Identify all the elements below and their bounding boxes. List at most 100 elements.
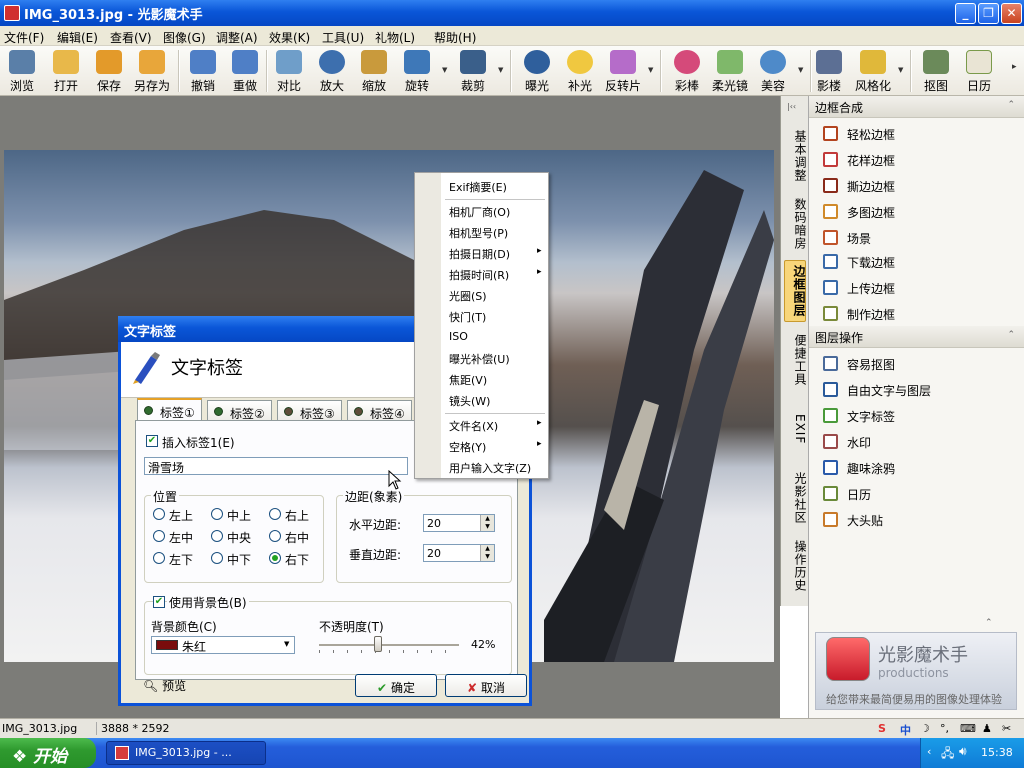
tab-history[interactable]: 操作历史 bbox=[784, 536, 807, 596]
menu-item-filename[interactable]: 文件名(X) bbox=[449, 418, 542, 434]
panel-item-download-border[interactable]: 下载边框 bbox=[821, 250, 1017, 272]
panel-item-watermark[interactable]: 水印 bbox=[821, 430, 1017, 452]
maximize-button[interactable]: ❐ bbox=[978, 3, 999, 24]
opacity-slider-track[interactable] bbox=[319, 644, 459, 646]
undo-button[interactable]: 撤销 bbox=[182, 48, 224, 94]
save-button[interactable]: 保存 bbox=[88, 48, 130, 94]
tab-label-4[interactable]: 标签④ bbox=[347, 400, 412, 422]
menu-help[interactable]: 帮助(H) bbox=[434, 29, 476, 46]
label-text-input[interactable]: 滑雪场 bbox=[144, 457, 408, 475]
position-top-center-radio[interactable] bbox=[211, 508, 223, 520]
save-as-button[interactable]: 另存为 bbox=[131, 48, 173, 94]
use-bg-checkbox[interactable]: ✔ bbox=[153, 596, 165, 608]
open-button[interactable]: 打开 bbox=[45, 48, 87, 94]
menu-item-camera-maker[interactable]: 相机厂商(O) bbox=[449, 204, 510, 220]
beauty-button[interactable]: 美容 bbox=[752, 48, 794, 94]
menu-item-space[interactable]: 空格(Y) bbox=[449, 439, 542, 455]
tab-digital-darkroom[interactable]: 数码暗房 bbox=[784, 194, 807, 254]
ok-button[interactable]: ✔ 确定 bbox=[355, 674, 437, 697]
panel-item-scene[interactable]: 场景 bbox=[821, 226, 1017, 248]
close-button[interactable]: ✕ bbox=[1001, 3, 1022, 24]
menu-adjust[interactable]: 调整(A) bbox=[216, 29, 258, 46]
zoom-in-button[interactable]: 放大 bbox=[311, 48, 353, 94]
soft-focus-button[interactable]: 柔光镜 bbox=[709, 48, 751, 94]
tab-label-1[interactable]: 标签① bbox=[137, 398, 202, 422]
spinner-arrows-icon[interactable]: ▲ ▼ bbox=[480, 515, 494, 531]
stylize-dropdown-icon[interactable]: ▼ bbox=[898, 66, 903, 74]
taskbar-item-app[interactable]: IMG_3013.jpg - ... bbox=[106, 741, 266, 765]
toolbar-overflow-icon[interactable]: ▸ bbox=[1012, 62, 1017, 72]
tab-community[interactable]: 光影社区 bbox=[784, 468, 807, 528]
menu-item-exposure-comp[interactable]: 曝光补偿(U) bbox=[449, 351, 510, 367]
position-bottom-center-radio[interactable] bbox=[211, 552, 223, 564]
compare-button[interactable]: 对比 bbox=[268, 48, 310, 94]
clock[interactable]: 15:38 bbox=[981, 746, 1013, 759]
section-border-compose[interactable]: 边框合成 ⌃ bbox=[809, 96, 1024, 118]
panel-item-easy-cutout[interactable]: 容易抠图 bbox=[821, 352, 1017, 374]
menu-effects[interactable]: 效果(K) bbox=[269, 29, 310, 46]
redo-button[interactable]: 重做 bbox=[224, 48, 266, 94]
menu-item-time-taken[interactable]: 拍摄时间(R) bbox=[449, 267, 542, 283]
tab-exif[interactable]: EXIF bbox=[784, 398, 807, 460]
volume-icon[interactable]: 🔊︎ bbox=[959, 744, 967, 759]
ime-logo-icon[interactable]: S bbox=[878, 722, 886, 735]
menu-gifts[interactable]: 礼物(L) bbox=[375, 29, 415, 46]
promo-banner[interactable]: 光影魔术手 productions 给您带来最简便易用的图像处理体验 bbox=[815, 632, 1017, 710]
reversal-film-button[interactable]: 反转片 bbox=[602, 48, 644, 94]
collapse-icon[interactable]: ⌃ bbox=[1007, 330, 1015, 340]
network-icon[interactable]: 🖧︎ bbox=[941, 744, 954, 765]
rotate-button[interactable]: 旋转 bbox=[396, 48, 438, 94]
panel-item-pattern-border[interactable]: 花样边框 bbox=[821, 148, 1017, 170]
color-stick-button[interactable]: 彩棒 bbox=[666, 48, 708, 94]
position-top-right-radio[interactable] bbox=[269, 508, 281, 520]
minimize-button[interactable]: _ bbox=[955, 3, 976, 24]
browse-button[interactable]: 浏览 bbox=[1, 48, 43, 94]
menu-image[interactable]: 图像(G) bbox=[163, 29, 206, 46]
cancel-button[interactable]: ✘ 取消 bbox=[445, 674, 527, 697]
menu-item-lens[interactable]: 镜头(W) bbox=[449, 393, 490, 409]
collapse-panel-icon[interactable]: |‹‹ bbox=[787, 102, 796, 111]
menu-view[interactable]: 查看(V) bbox=[110, 29, 152, 46]
studio-button[interactable]: 影楼 bbox=[808, 48, 850, 94]
fill-light-button[interactable]: 补光 bbox=[559, 48, 601, 94]
rotate-dropdown-icon[interactable]: ▼ bbox=[442, 66, 447, 74]
collapse-icon[interactable]: ⌃ bbox=[985, 618, 993, 628]
bg-color-select[interactable]: 朱红 ▼ bbox=[151, 636, 295, 654]
menu-item-iso[interactable]: ISO bbox=[449, 330, 468, 343]
panel-item-torn-border[interactable]: 撕边边框 bbox=[821, 174, 1017, 196]
insert-label-checkbox[interactable]: ✔ bbox=[146, 435, 158, 447]
menu-item-shutter[interactable]: 快门(T) bbox=[449, 309, 486, 325]
effects-dropdown-icon[interactable]: ▼ bbox=[648, 66, 653, 74]
ime-chinese-icon[interactable]: 中 bbox=[900, 722, 911, 738]
opacity-slider-thumb[interactable] bbox=[373, 636, 382, 652]
cutout-button[interactable]: 抠图 bbox=[915, 48, 957, 94]
h-margin-input[interactable]: 20 ▲ ▼ bbox=[423, 514, 495, 532]
position-bottom-right-radio[interactable] bbox=[269, 552, 281, 564]
panel-item-easy-border[interactable]: 轻松边框 bbox=[821, 122, 1017, 144]
calendar-button[interactable]: 日历 bbox=[958, 48, 1000, 94]
menu-item-camera-model[interactable]: 相机型号(P) bbox=[449, 225, 508, 241]
panel-item-free-text[interactable]: 自由文字与图层 bbox=[821, 378, 1017, 400]
tools-icon[interactable]: ✂ bbox=[1002, 722, 1011, 735]
resize-button[interactable]: 缩放 bbox=[353, 48, 395, 94]
menu-edit[interactable]: 编辑(E) bbox=[57, 29, 98, 46]
collapse-icon[interactable]: ⌃ bbox=[1007, 100, 1015, 110]
keyboard-icon[interactable]: ⌨ bbox=[960, 722, 976, 735]
panel-item-doodle[interactable]: 趣味涂鸦 bbox=[821, 456, 1017, 478]
stylize-button[interactable]: 风格化 bbox=[852, 48, 894, 94]
ime-moon-icon[interactable]: ☽ bbox=[920, 722, 930, 735]
panel-item-make-border[interactable]: 制作边框 bbox=[821, 302, 1017, 324]
menu-item-exif-summary[interactable]: Exif摘要(E) bbox=[449, 179, 507, 195]
crop-button[interactable]: 裁剪 bbox=[452, 48, 494, 94]
panel-item-upload-border[interactable]: 上传边框 bbox=[821, 276, 1017, 298]
section-layer-ops[interactable]: 图层操作 ⌃ bbox=[809, 326, 1024, 348]
v-margin-input[interactable]: 20 ▲ ▼ bbox=[423, 544, 495, 562]
panel-item-text-label[interactable]: 文字标签 bbox=[821, 404, 1017, 426]
menu-file[interactable]: 文件(F) bbox=[4, 29, 44, 46]
spinner-arrows-icon[interactable]: ▲ ▼ bbox=[480, 545, 494, 561]
preview-button[interactable]: 🔍︎ 预览 bbox=[143, 677, 186, 694]
position-top-left-radio[interactable] bbox=[153, 508, 165, 520]
tab-border-layer[interactable]: 边框图层 bbox=[784, 260, 806, 322]
tab-label-3[interactable]: 标签③ bbox=[277, 400, 342, 422]
position-bottom-left-radio[interactable] bbox=[153, 552, 165, 564]
